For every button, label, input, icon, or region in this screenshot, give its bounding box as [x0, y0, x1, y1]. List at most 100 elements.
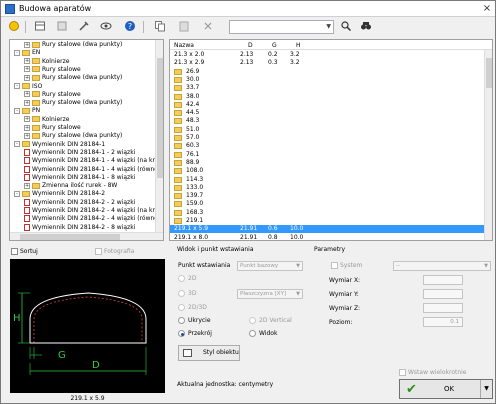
expand-toggle-icon[interactable]: - — [14, 107, 20, 114]
radio-view-wrap[interactable]: Widok — [249, 330, 277, 337]
radio-2d-vertical-wrap[interactable]: 2D Vertical — [249, 317, 292, 324]
table-row[interactable]: 219.1 x 8.0 21.91 0.8 10.0 — [170, 234, 484, 240]
object-style-button[interactable]: Styl obiektu — [178, 345, 240, 361]
table-row[interactable]: 76.1 — [170, 151, 484, 159]
tree-item[interactable]: Wymiennik DIN 28184-1 - 2 wiązki — [24, 148, 135, 157]
tree-item[interactable]: + Rury stalowe (dwa punkty) — [24, 41, 122, 49]
table-row[interactable]: 133.0 — [170, 184, 484, 192]
table-row[interactable]: 21.3 x 2.0 2.13 0.2 3.2 — [170, 51, 484, 59]
plane-combo[interactable]: Płaszczyzna [XY] ▼ — [237, 289, 303, 299]
copy-icon[interactable] — [153, 20, 167, 34]
tree-item[interactable]: + Rury stalowe — [24, 91, 81, 99]
system-combo[interactable]: -- ▼ — [393, 261, 491, 271]
expand-toggle-icon[interactable]: - — [14, 83, 20, 89]
tree-item[interactable]: Wymiennik DIN 28184-2 - 4 wiązki (równol… — [24, 215, 163, 223]
tree-horizontal-scrollbar[interactable] — [10, 232, 163, 240]
search-icon[interactable] — [339, 20, 353, 34]
col-header-g[interactable]: G — [272, 42, 277, 49]
sort-checkbox[interactable] — [11, 248, 18, 255]
table-row[interactable]: 51.0 — [170, 126, 484, 134]
expand-toggle-icon[interactable]: + — [24, 116, 30, 123]
radio-section[interactable] — [178, 330, 185, 337]
radio-section-wrap[interactable]: Przekrój — [178, 330, 212, 337]
photo-checkbox-wrap[interactable]: Fotografia — [95, 248, 134, 255]
radio-2d3d[interactable] — [178, 304, 185, 311]
tree-item[interactable]: + Kolnierze — [24, 58, 69, 66]
level-field[interactable]: 0.1 — [423, 317, 463, 327]
table-row[interactable]: 42.4 — [170, 101, 484, 109]
expand-toggle-icon[interactable]: + — [24, 124, 30, 131]
system-checkbox-wrap[interactable]: System — [331, 262, 362, 269]
paste-icon[interactable] — [177, 20, 191, 34]
table-row[interactable]: 60.3 — [170, 142, 484, 150]
ok-dropdown-button[interactable]: ▼ — [480, 380, 492, 398]
binoculars-icon[interactable] — [359, 20, 373, 34]
col-header-h[interactable]: H — [296, 42, 301, 49]
table-row[interactable]: 30.0 — [170, 76, 484, 84]
tree-item[interactable]: - PN — [14, 107, 40, 115]
table-row[interactable]: 48.3 — [170, 117, 484, 125]
expand-toggle-icon[interactable]: - — [14, 190, 20, 197]
scroll-thumb[interactable] — [157, 58, 163, 178]
tree-item[interactable]: Wymiennik DIN 28184-1 - 4 wiązki (na krz… — [24, 157, 163, 165]
expand-toggle-icon[interactable]: - — [14, 49, 20, 56]
tree-item[interactable]: Wymiennik DIN 28184-2 - 8 wiązki — [24, 223, 135, 232]
help-icon[interactable]: ? — [123, 20, 137, 34]
view-icon[interactable] — [99, 20, 113, 34]
radio-2d-wrap[interactable]: 2D — [178, 275, 196, 282]
table-row[interactable]: 108.0 — [170, 167, 484, 175]
dim-y-field[interactable] — [423, 289, 463, 299]
table-row[interactable]: 38.0 — [170, 93, 484, 101]
insert-point-combo[interactable]: Punkt bazowy ▼ — [237, 261, 303, 271]
category-tree[interactable]: + Rury stalowe (dwa punkty) - EN + Kolnierze +… — [9, 39, 164, 241]
sort-checkbox-wrap[interactable]: Sortuj — [11, 248, 38, 255]
expand-toggle-icon[interactable]: + — [24, 74, 30, 81]
ok-button[interactable]: ✔ OK ▼ — [399, 379, 493, 399]
multi-insert-checkbox[interactable] — [399, 369, 406, 376]
table-row[interactable]: 21.3 x 2.9 2.13 0.3 3.2 — [170, 59, 484, 67]
radio-3d[interactable] — [178, 290, 185, 297]
dim-z-field[interactable] — [423, 303, 463, 313]
tree-item[interactable]: - ISO — [14, 83, 42, 91]
tree-item[interactable]: + Rury stalowe (dwa punkty) — [24, 132, 122, 140]
radio-hidden[interactable] — [178, 317, 185, 324]
tree-item[interactable]: - Wymiennik DIN 28184-2 — [14, 190, 105, 198]
table-row[interactable]: 219.1 — [170, 217, 484, 225]
delete-icon[interactable] — [201, 20, 215, 34]
expand-toggle-icon[interactable]: + — [24, 132, 30, 139]
table-row[interactable]: 168.3 — [170, 209, 484, 217]
expand-toggle-icon[interactable]: - — [14, 141, 20, 148]
search-combo[interactable]: ▼ — [229, 20, 334, 34]
tree-item[interactable]: Wymiennik DIN 28184-1 - 4 wiązki (równol… — [24, 165, 163, 174]
tree-item[interactable]: + Zmienna ilość rurek - 8W — [24, 182, 117, 190]
tree-item[interactable]: - Wymiennik DIN 28184-1 — [14, 141, 105, 149]
col-header-name[interactable]: Nazwa — [174, 42, 194, 49]
col-header-d[interactable]: D — [248, 42, 253, 49]
scroll-thumb[interactable] — [486, 58, 492, 88]
tree-item[interactable]: + Kolnierze — [24, 116, 69, 124]
dim-x-field[interactable] — [423, 275, 463, 285]
multi-insert-wrap[interactable]: Wstaw wielokrotnie — [399, 369, 467, 376]
system-checkbox[interactable] — [331, 262, 338, 269]
expand-toggle-icon[interactable]: + — [24, 41, 30, 48]
radio-3d-wrap[interactable]: 3D — [178, 290, 196, 297]
tree-item[interactable]: Wymiennik DIN 28184-2 - 4 wiązki (na krz… — [24, 207, 163, 215]
close-button[interactable]: × — [481, 3, 493, 15]
star-add-icon[interactable] — [7, 20, 21, 34]
tree-item[interactable]: + Rury stalowe (dwa punkty) — [24, 74, 122, 82]
tree-item[interactable]: Wymiennik DIN 28184-2 - 2 wiązki — [24, 198, 135, 207]
table-row[interactable]: 139.7 — [170, 192, 484, 200]
radio-2d[interactable] — [178, 275, 185, 282]
table-row[interactable]: 33.7 — [170, 84, 484, 92]
table-icon[interactable] — [33, 20, 47, 34]
table-row[interactable]: 44.5 — [170, 109, 484, 117]
tree-item[interactable]: - EN — [14, 49, 40, 57]
expand-toggle-icon[interactable]: + — [24, 99, 30, 106]
radio-hidden-wrap[interactable]: Ukrycie — [178, 317, 211, 324]
tree-item[interactable]: + Rury stalowe — [24, 66, 81, 74]
photo-checkbox[interactable] — [95, 248, 102, 255]
scroll-thumb[interactable] — [20, 234, 120, 240]
radio-2d3d-wrap[interactable]: 2D/3D — [178, 304, 207, 311]
tree-item[interactable]: + Rury stalowe (dwa punkty) — [24, 99, 122, 107]
table-row[interactable]: 26.9 — [170, 68, 484, 76]
